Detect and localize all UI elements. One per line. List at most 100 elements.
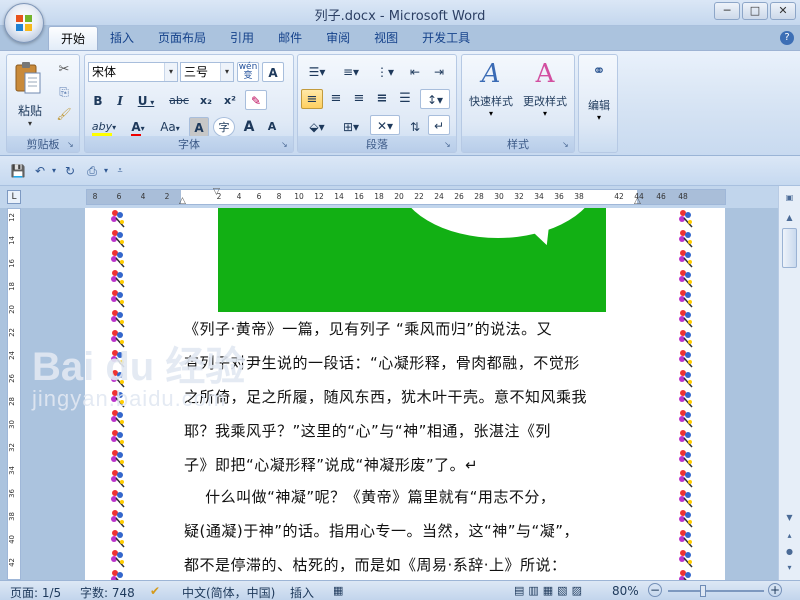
align-right-icon[interactable]: ≡ bbox=[348, 89, 370, 109]
language-status[interactable]: 中文(简体，中国) bbox=[182, 584, 275, 600]
zoom-in-icon[interactable]: + bbox=[768, 583, 782, 597]
decrease-indent-icon[interactable]: ⇤ bbox=[404, 62, 426, 82]
justify-icon[interactable]: ≡ bbox=[371, 89, 393, 109]
borders-button[interactable]: ⊞▾ bbox=[335, 117, 367, 137]
underline-button[interactable]: U ▾ bbox=[132, 91, 160, 111]
close-button[interactable]: ✕ bbox=[770, 2, 796, 20]
numbering-button[interactable]: ≡▾ bbox=[335, 62, 367, 82]
tab-mailings[interactable]: 邮件 bbox=[266, 26, 314, 50]
tab-page-layout[interactable]: 页面布局 bbox=[146, 26, 218, 50]
scroll-thumb[interactable] bbox=[782, 228, 797, 268]
clear-format-icon[interactable]: ✎ bbox=[245, 90, 267, 110]
ruler-toggle-icon[interactable]: ▣ bbox=[782, 190, 797, 205]
tab-review[interactable]: 审阅 bbox=[314, 26, 362, 50]
scroll-down-icon[interactable]: ▼ bbox=[782, 510, 797, 525]
enclose-char-button[interactable]: 字 bbox=[213, 117, 235, 137]
office-button[interactable] bbox=[4, 3, 44, 43]
scroll-up-icon[interactable]: ▲ bbox=[782, 210, 797, 225]
bullets-button[interactable]: ☰▾ bbox=[301, 62, 333, 82]
office-logo-icon bbox=[16, 15, 32, 31]
insert-mode[interactable]: 插入 bbox=[290, 584, 314, 600]
italic-button[interactable]: I bbox=[110, 91, 130, 111]
copy-icon[interactable]: ⎘ bbox=[55, 82, 73, 102]
font-size-select[interactable]: 三号 ▾ bbox=[180, 62, 234, 82]
change-styles-button[interactable]: A 更改样式 ▾ bbox=[518, 59, 572, 131]
tab-insert[interactable]: 插入 bbox=[98, 26, 146, 50]
browse-object-icon[interactable]: ● bbox=[782, 544, 797, 559]
strikethrough-button[interactable]: abc bbox=[165, 91, 193, 111]
highlight-button[interactable]: aby▾ bbox=[88, 117, 120, 137]
ribbon: 粘贴 ▾ ✂ ⎘ 🖌 剪贴板 ↘ 宋体 ▾ 三号 ▾ wén 变 A B I U ▾… bbox=[0, 50, 800, 156]
editing-button[interactable]: ⚭ 编辑 ▾ bbox=[581, 61, 617, 122]
minimize-button[interactable]: ─ bbox=[714, 2, 740, 20]
phonetic-guide-button[interactable]: wén 变 bbox=[237, 62, 259, 82]
border-ornament-icon bbox=[677, 288, 695, 308]
shrink-font-button[interactable]: A bbox=[262, 117, 282, 137]
grow-font-button[interactable]: A bbox=[239, 117, 259, 137]
font-name-select[interactable]: 宋体 ▾ bbox=[88, 62, 178, 82]
zoom-out-icon[interactable]: − bbox=[648, 583, 662, 597]
next-page-icon[interactable]: ▾ bbox=[782, 560, 797, 575]
zoom-slider-thumb[interactable] bbox=[700, 585, 706, 597]
ruler-tick: 2 bbox=[164, 192, 170, 201]
line-spacing-button[interactable]: ↕▾ bbox=[420, 89, 450, 109]
border-ornament-icon bbox=[109, 228, 127, 248]
distributed-icon[interactable]: ☰ bbox=[394, 89, 416, 109]
bold-button[interactable]: B bbox=[88, 91, 108, 111]
proofing-icon[interactable]: ✔ bbox=[150, 584, 160, 598]
tab-home[interactable]: 开始 bbox=[48, 26, 99, 50]
vertical-scrollbar[interactable]: ▣ ▲ ▼ ▴ ● ▾ bbox=[778, 186, 800, 580]
tab-selector-icon[interactable]: L bbox=[7, 190, 21, 204]
increase-indent-icon[interactable]: ⇥ bbox=[428, 62, 450, 82]
char-shading-button[interactable]: A bbox=[189, 117, 209, 137]
paste-dropdown-icon[interactable]: ▾ bbox=[13, 119, 47, 128]
hanging-indent-icon[interactable]: △ bbox=[179, 196, 186, 206]
editing-label: 编辑 bbox=[588, 99, 610, 112]
horizontal-ruler[interactable]: 8 6 4 2 2 4 6 8 10 12 14 16 18 20 22 24 26 28 30 32 34 36 38 42… bbox=[86, 187, 726, 206]
align-center-icon[interactable]: ≡ bbox=[325, 89, 347, 109]
first-line-indent-icon[interactable]: ▽ bbox=[213, 187, 220, 197]
char-border-button[interactable]: A bbox=[262, 62, 284, 82]
chinese-layout-button[interactable]: ✕▾ bbox=[370, 115, 400, 135]
styles-launcher-icon[interactable]: ↘ bbox=[562, 140, 572, 150]
border-ornament-icon bbox=[677, 328, 695, 348]
tab-references[interactable]: 引用 bbox=[218, 26, 266, 50]
macro-record-icon[interactable]: ▦ bbox=[333, 584, 343, 597]
prev-page-icon[interactable]: ▴ bbox=[782, 528, 797, 543]
sort-icon[interactable]: ⇅ bbox=[404, 117, 426, 137]
help-icon[interactable]: ? bbox=[780, 31, 794, 45]
redo-icon[interactable]: ↻ bbox=[62, 163, 78, 179]
paragraph-group: ☰▾ ≡▾ ⋮▾ ⇤ ⇥ ≡ ≡ ≡ ≡ ☰ ↕▾ ⬙▾ ⊞▾ ✕▾ ⇅ ↵ 段… bbox=[297, 54, 457, 153]
subscript-button[interactable]: x₂ bbox=[195, 91, 217, 111]
save-icon[interactable]: 💾 bbox=[10, 163, 26, 179]
quick-styles-button[interactable]: A 快速样式 ▾ bbox=[464, 59, 518, 131]
tab-developer[interactable]: 开发工具 bbox=[410, 26, 482, 50]
clipboard-launcher-icon[interactable]: ↘ bbox=[67, 140, 77, 150]
cut-icon[interactable]: ✂ bbox=[55, 60, 73, 80]
right-indent-icon[interactable]: △ bbox=[634, 196, 641, 206]
paragraph-launcher-icon[interactable]: ↘ bbox=[444, 140, 454, 150]
align-left-icon[interactable]: ≡ bbox=[301, 89, 323, 109]
font-color-button[interactable]: A▾ bbox=[123, 117, 153, 138]
maximize-button[interactable]: □ bbox=[742, 2, 768, 20]
undo-dropdown-icon[interactable]: ▾ bbox=[46, 163, 62, 179]
tab-view[interactable]: 视图 bbox=[362, 26, 410, 50]
vertical-ruler-tick: 16 bbox=[8, 259, 16, 268]
green-image[interactable] bbox=[218, 208, 606, 312]
shading-button[interactable]: ⬙▾ bbox=[301, 117, 333, 137]
page-count[interactable]: 页面: 1/5 bbox=[10, 584, 61, 600]
zoom-slider[interactable] bbox=[668, 590, 764, 592]
vertical-ruler[interactable]: 12 14 16 18 20 22 24 26 28 30 32 34 36 38 40 42 bbox=[7, 208, 21, 580]
multilevel-list-button[interactable]: ⋮▾ bbox=[369, 62, 401, 82]
paste-button[interactable]: 粘贴 ▾ bbox=[13, 61, 47, 128]
show-marks-icon[interactable]: ↵ bbox=[428, 115, 450, 135]
word-count[interactable]: 字数: 748 bbox=[80, 584, 135, 600]
zoom-level[interactable]: 80% bbox=[612, 584, 639, 598]
format-painter-icon[interactable]: 🖌 bbox=[55, 104, 73, 124]
customize-qat-icon[interactable]: ⩡ bbox=[112, 163, 128, 179]
view-buttons[interactable]: ▤▥▦▧▨ bbox=[514, 584, 586, 597]
change-case-button[interactable]: Aa▾ bbox=[155, 117, 185, 137]
doc-line-2: 有列子对尹生说的一段话：“心凝形释，骨肉都融，不觉形 bbox=[184, 354, 580, 372]
font-launcher-icon[interactable]: ↘ bbox=[281, 140, 291, 150]
superscript-button[interactable]: x² bbox=[219, 91, 241, 111]
